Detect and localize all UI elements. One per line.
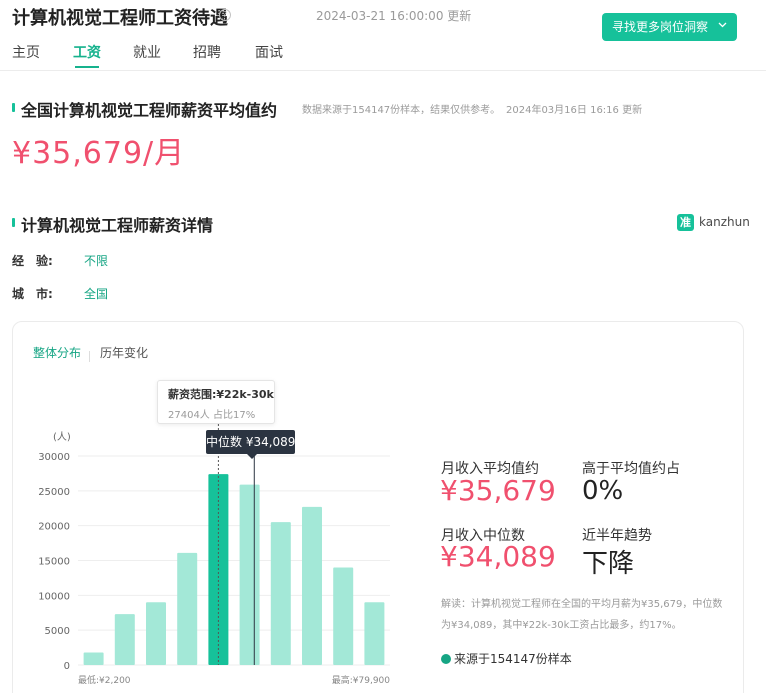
median-tag: 中位数 ¥34,089 — [206, 430, 295, 459]
tooltip-title: 薪资范围:¥22k-30k — [168, 388, 274, 401]
chart-tab-separator — [89, 351, 90, 362]
histogram-bar — [83, 652, 104, 665]
above-avg-value: 0% — [582, 476, 624, 506]
y-tick-label: 30000 — [38, 452, 70, 463]
median-income-value: ¥34,089 — [440, 540, 556, 573]
avg-section-title: 全国计算机视觉工程师薪资平均值约 — [21, 101, 278, 120]
histogram-bar — [114, 614, 135, 665]
kanzhun-logo-text: kanzhun — [699, 215, 750, 229]
explanation-text: 解读：计算机视觉工程师在全国的平均月薪为¥35,679，中位数为¥34,089，… — [441, 599, 723, 631]
y-axis-unit-label: (人) — [53, 431, 71, 443]
above-avg-label: 高于平均值约占 — [582, 461, 680, 477]
kanzhun-logo-icon: 准 — [677, 214, 694, 231]
avg-salary-value: ¥35,679/月 — [12, 136, 186, 171]
y-tick-label: 0 — [64, 661, 70, 672]
histogram-bar — [239, 484, 260, 665]
histogram-bar — [270, 522, 291, 665]
active-tab-underline — [75, 66, 99, 68]
section-marker — [12, 218, 15, 227]
filter-label-experience: 经 验: — [12, 254, 53, 268]
update-time: 2024-03-21 16:00:00 更新 — [316, 9, 472, 23]
section-marker — [12, 103, 15, 112]
header-divider — [0, 70, 766, 71]
help-icon[interactable]: ? — [219, 9, 231, 21]
min-salary-label: 最低:¥2,200 — [78, 674, 131, 686]
y-tick-label: 15000 — [38, 557, 70, 568]
y-tick-label: 10000 — [38, 591, 70, 602]
filter-value-experience[interactable]: 不限 — [84, 252, 108, 269]
detail-section-title: 计算机视觉工程师薪资详情 — [21, 216, 214, 235]
y-tick-label: 5000 — [45, 626, 70, 637]
bar-tooltip: 薪资范围:¥22k-30k 27404人 占比17% — [157, 380, 275, 424]
trend-label: 近半年趋势 — [582, 528, 652, 544]
histogram-bar — [333, 567, 354, 665]
y-tick-label: 25000 — [38, 487, 70, 498]
more-insights-label: 寻找更多岗位洞察 — [612, 20, 709, 34]
tab-overall-distribution[interactable]: 整体分布 — [33, 344, 81, 361]
y-tick-label: 20000 — [38, 522, 70, 533]
histogram-bar — [177, 552, 198, 665]
max-salary-label: 最高:¥79,900 — [332, 674, 391, 686]
histogram-bar — [364, 602, 385, 665]
more-insights-button[interactable]: 寻找更多岗位洞察 — [602, 13, 737, 41]
avg-income-value: ¥35,679 — [440, 474, 556, 507]
trend-value: 下降 — [582, 549, 635, 579]
page-title: 计算机视觉工程师工资待遇 — [12, 8, 228, 29]
histogram-bar — [302, 506, 322, 665]
tab-recruitment[interactable]: 招聘 — [193, 42, 221, 62]
tab-home[interactable]: 主页 — [12, 42, 40, 62]
chevron-down-icon — [718, 13, 727, 41]
sample-source: 来源于154147份样本 — [441, 650, 572, 667]
avg-section-update: 2024年03月16日 16:16 更新 — [506, 105, 643, 116]
sample-source-text: 来源于154147份样本 — [454, 652, 572, 666]
tab-employment[interactable]: 就业 — [133, 42, 161, 62]
filter-value-city[interactable]: 全国 — [84, 285, 108, 302]
tab-yearly-change[interactable]: 历年变化 — [100, 344, 148, 361]
tab-interview[interactable]: 面试 — [255, 42, 283, 62]
tooltip-detail: 27404人 占比17% — [168, 410, 256, 421]
avg-section-note: 数据来源于154147份样本，结果仅供参考。 — [302, 105, 501, 116]
histogram-bar — [146, 602, 166, 665]
tab-salary[interactable]: 工资 — [73, 42, 101, 62]
pie-chart-icon — [441, 654, 451, 664]
filter-label-city: 城 市: — [12, 287, 53, 301]
